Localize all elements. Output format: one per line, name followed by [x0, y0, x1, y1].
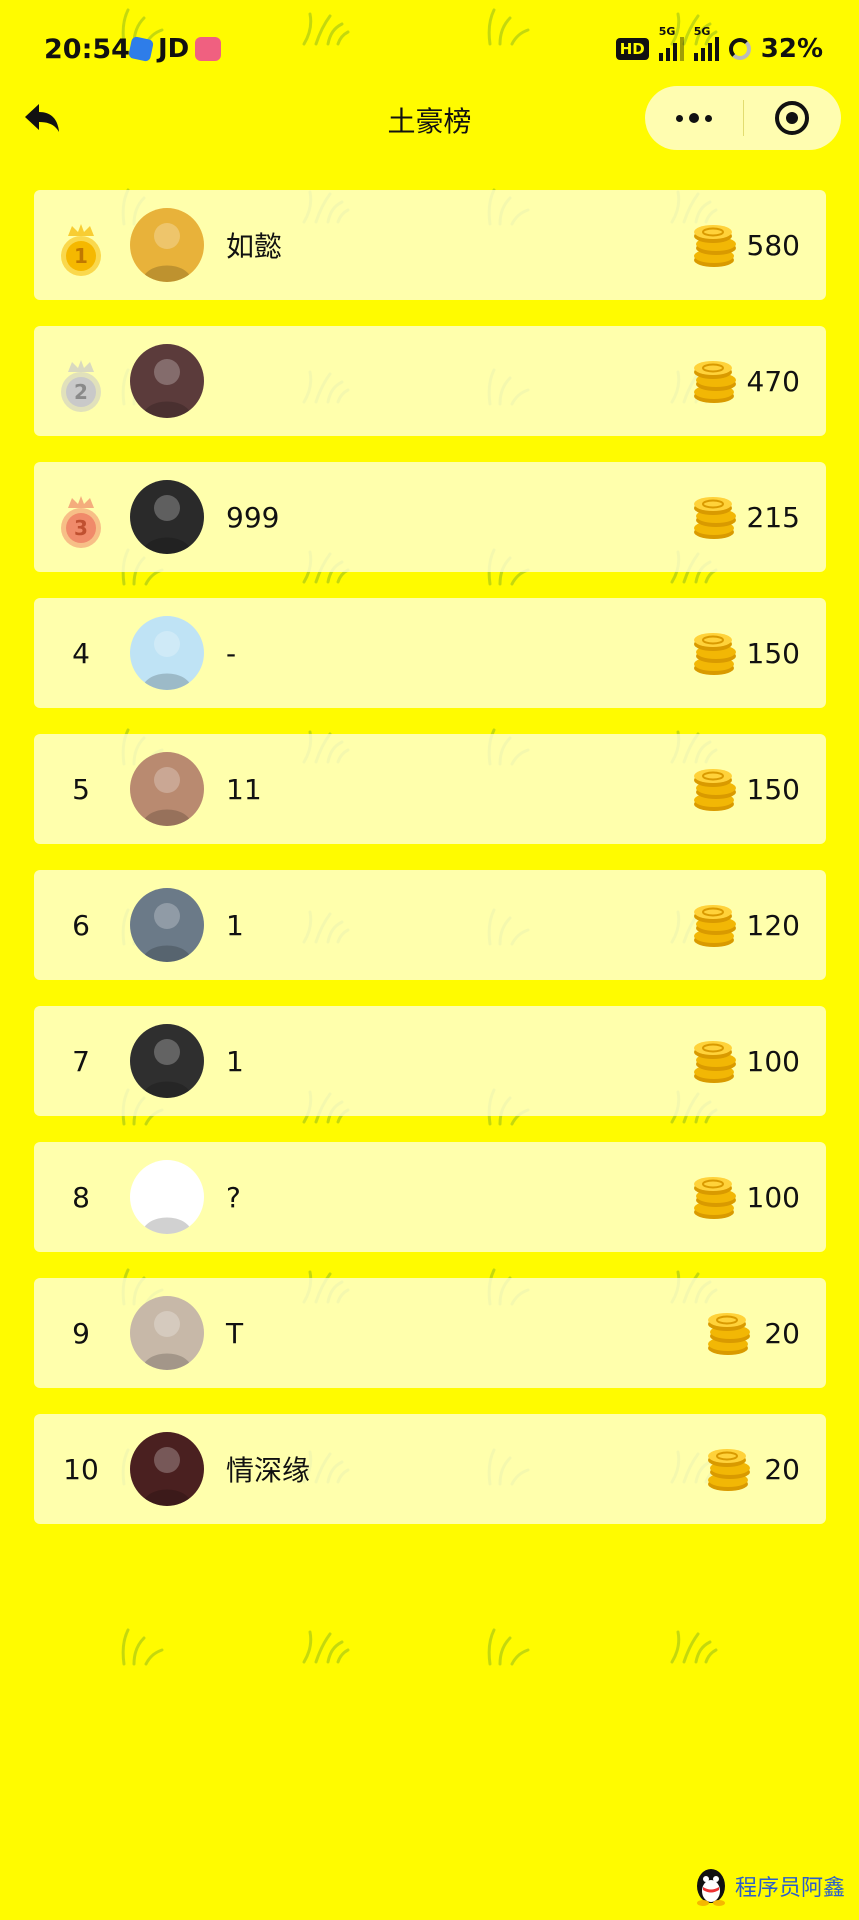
gold-coins-icon — [690, 220, 740, 270]
gold-coins-icon — [690, 900, 740, 950]
avatar[interactable] — [130, 1024, 204, 1098]
avatar[interactable] — [130, 1432, 204, 1506]
avatar[interactable] — [130, 480, 204, 554]
avatar[interactable] — [130, 208, 204, 282]
avatar[interactable] — [130, 616, 204, 690]
user-nickname: 如懿 — [226, 230, 283, 263]
watermark-text: 程序员阿鑫 — [734, 1876, 845, 1901]
gold-coins-icon — [690, 628, 740, 678]
grass-doodle-icon — [666, 1622, 718, 1666]
coin-score: 580 — [746, 228, 800, 262]
leaderboard-row[interactable]: 9 T 20 — [34, 1278, 826, 1388]
rank-number: 6 — [72, 908, 90, 942]
avatar[interactable] — [130, 888, 204, 962]
status-bar: 20:54 JD HD 5G 5G 32% — [0, 0, 859, 100]
user-nickname: 情深缘 — [226, 1454, 311, 1487]
avatar[interactable] — [130, 1160, 204, 1234]
gold-coins-icon — [690, 1172, 740, 1222]
leaderboard-row[interactable]: 1 如懿 580 — [34, 190, 826, 300]
rank-number: 7 — [72, 1044, 90, 1078]
mascot-app-icon — [195, 37, 222, 61]
app-notification-icon — [127, 35, 155, 63]
rank-number: 3 — [74, 516, 88, 540]
gold-coins-icon — [690, 492, 740, 542]
rank-number: 1 — [74, 244, 88, 268]
navigation-bar: 土豪榜 — [0, 86, 859, 150]
coin-score: 100 — [746, 1180, 800, 1214]
rank-medal-icon: 3 — [56, 492, 106, 552]
coin-score: 120 — [746, 908, 800, 942]
coin-score: 100 — [746, 1044, 800, 1078]
coin-score: 150 — [746, 772, 800, 806]
grass-doodle-icon — [298, 1622, 350, 1666]
close-target-icon — [775, 101, 810, 135]
signal-icon-1: 5G — [658, 25, 684, 61]
gold-coins-icon — [690, 356, 740, 406]
leaderboard-row[interactable]: 6 1 120 — [34, 870, 826, 980]
leaderboard-row[interactable]: 3 999 215 — [34, 462, 826, 572]
grass-doodle-icon — [482, 1622, 534, 1666]
coin-score: 215 — [746, 500, 800, 534]
user-nickname: 1 — [226, 908, 244, 942]
user-nickname: 999 — [226, 500, 280, 534]
user-nickname: - — [226, 636, 237, 670]
rank-medal-icon: 2 — [56, 356, 106, 416]
rank-medal-icon: 1 — [56, 220, 106, 280]
avatar[interactable] — [130, 752, 204, 826]
leaderboard-row[interactable]: 8 ? 100 — [34, 1142, 826, 1252]
battery-level: 32% — [760, 34, 823, 64]
jd-app-icon: JD — [158, 34, 190, 64]
hd-icon: HD — [615, 38, 649, 60]
leaderboard-list: 1 如懿 580 2 470 3 999 215 4 - 150 5 11 15… — [34, 190, 826, 1550]
status-time: 20:54 — [44, 34, 130, 65]
avatar[interactable] — [130, 344, 204, 418]
watermark: 程序员阿鑫 — [693, 1866, 845, 1906]
rank-number: 4 — [72, 636, 90, 670]
status-indicators: HD 5G 5G 32% — [615, 25, 823, 64]
gold-coins-icon — [690, 764, 740, 814]
rank-number: 10 — [63, 1452, 99, 1486]
coin-score: 20 — [764, 1452, 800, 1486]
coin-score: 150 — [746, 636, 800, 670]
leaderboard-row[interactable]: 10 情深缘 20 — [34, 1414, 826, 1524]
rank-number: 5 — [72, 772, 90, 806]
gold-coins-icon — [690, 1036, 740, 1086]
leaderboard-row[interactable]: 5 11 150 — [34, 734, 826, 844]
leaderboard-row[interactable]: 7 1 100 — [34, 1006, 826, 1116]
rank-number: 2 — [74, 380, 88, 404]
signal-icon-2: 5G — [693, 25, 719, 61]
coin-score: 20 — [764, 1316, 800, 1350]
more-dots-icon — [675, 113, 712, 123]
gold-coins-icon — [704, 1444, 754, 1494]
grass-doodle-icon — [116, 1622, 168, 1666]
coin-score: 470 — [746, 364, 800, 398]
battery-icon — [728, 38, 751, 60]
gold-coins-icon — [704, 1308, 754, 1358]
leaderboard-row[interactable]: 2 470 — [34, 326, 826, 436]
mini-program-capsule — [645, 86, 841, 150]
close-button[interactable] — [744, 86, 842, 150]
qq-penguin-icon — [696, 1869, 725, 1906]
user-nickname: T — [226, 1316, 244, 1350]
avatar[interactable] — [130, 1296, 204, 1370]
rank-number: 9 — [72, 1316, 90, 1350]
more-button[interactable] — [645, 86, 743, 150]
notification-icons: JD — [127, 34, 222, 64]
user-nickname: 1 — [226, 1044, 244, 1078]
rank-number: 8 — [72, 1180, 90, 1214]
user-nickname: 11 — [226, 772, 262, 806]
leaderboard-row[interactable]: 4 - 150 — [34, 598, 826, 708]
user-nickname: ? — [226, 1180, 241, 1214]
